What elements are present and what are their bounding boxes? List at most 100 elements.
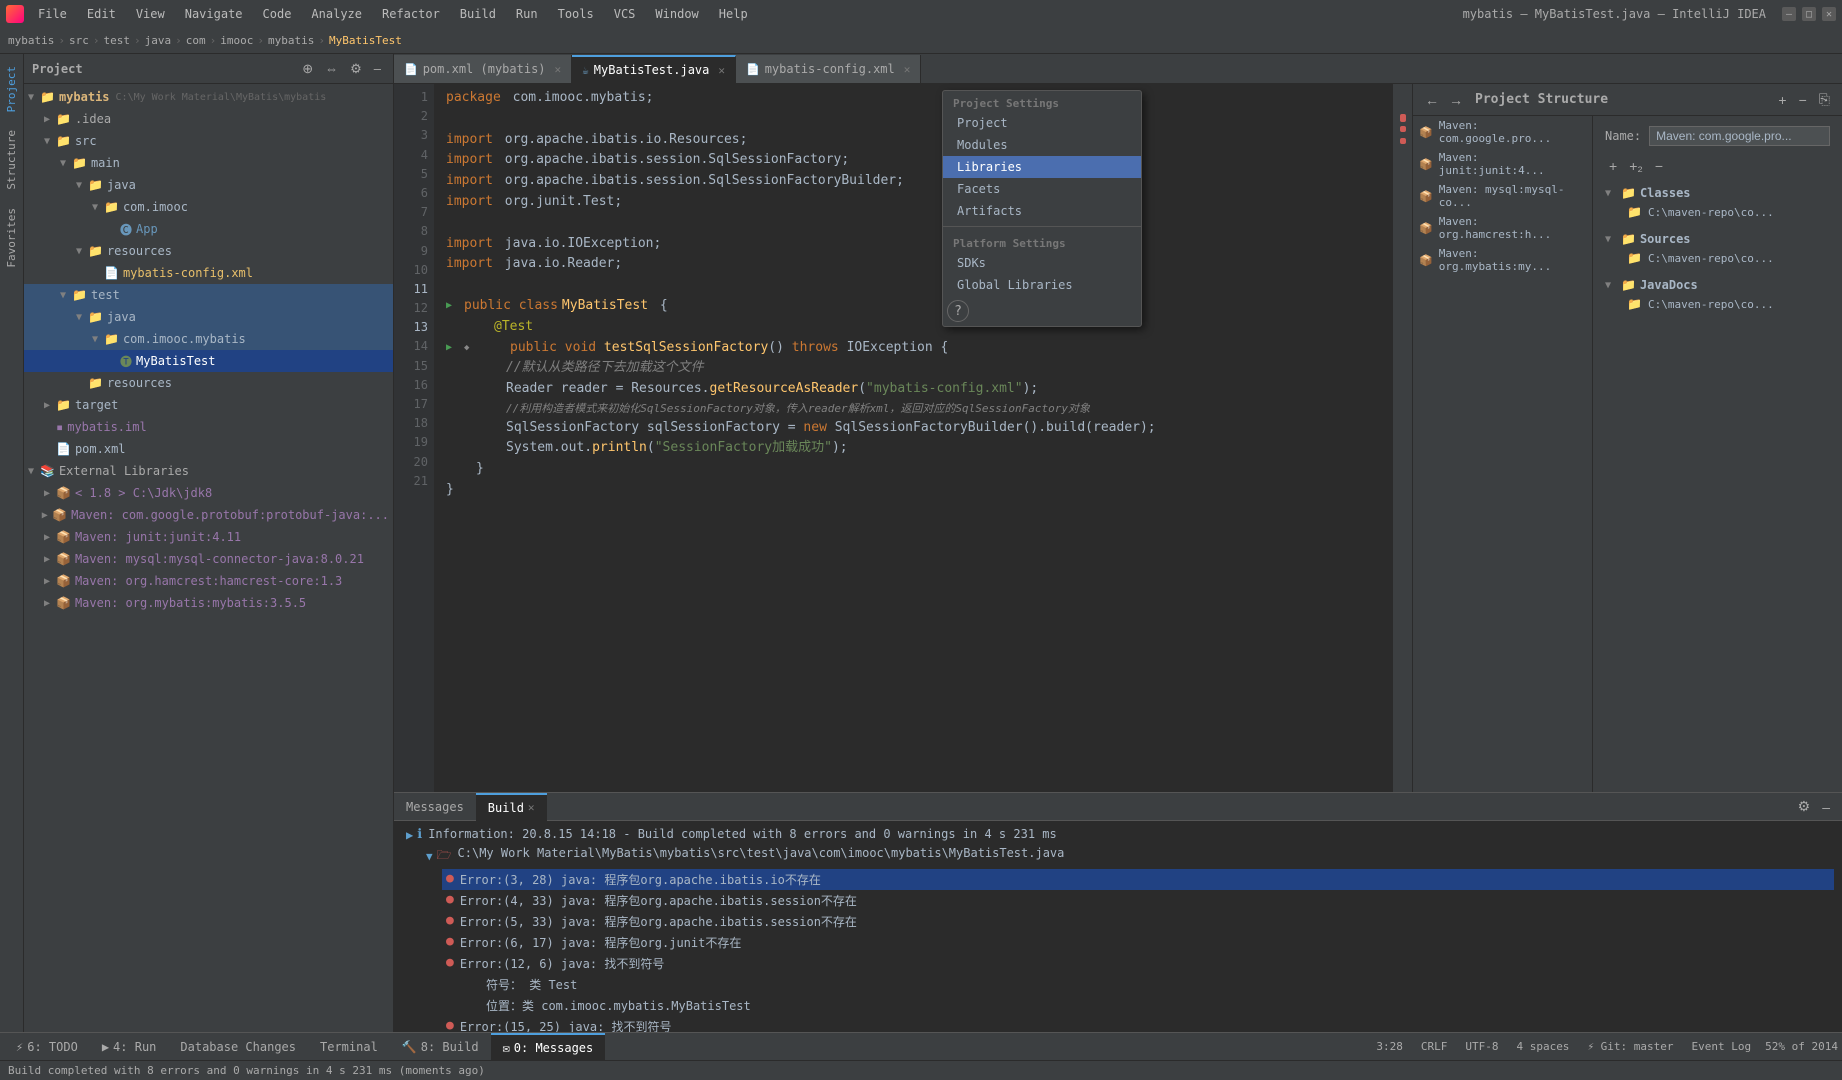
breadcrumb-item-src[interactable]: src — [69, 34, 89, 47]
run-icon-13[interactable]: ▶ — [446, 340, 460, 356]
dropdown-item-project[interactable]: Project — [943, 112, 1141, 134]
tree-item-mybatis-iml[interactable]: ▶ ▪ mybatis.iml — [24, 416, 393, 438]
tree-item-test[interactable]: ▼ 📁 test — [24, 284, 393, 306]
sources-header[interactable]: ▼ 📁 Sources — [1601, 230, 1834, 248]
dropdown-item-libraries[interactable]: Libraries — [943, 156, 1141, 178]
editor-content[interactable]: 12345 678910 111213 1415161718 192021 pa… — [394, 84, 1412, 792]
menu-tools[interactable]: Tools — [552, 5, 600, 23]
debug-icon-13[interactable]: ◆ — [464, 341, 476, 355]
code-editor[interactable]: package com.imooc.mybatis; import org.ap… — [434, 84, 1392, 792]
tree-item-main[interactable]: ▼ 📁 main — [24, 152, 393, 174]
bottom-tab-build-close[interactable]: ✕ — [528, 801, 535, 814]
tab-pom-close[interactable]: ✕ — [555, 63, 562, 76]
dropdown-item-artifacts[interactable]: Artifacts — [943, 200, 1141, 222]
javadocs-header[interactable]: ▼ 📁 JavaDocs — [1601, 276, 1834, 294]
breadcrumb-item-com[interactable]: com — [186, 34, 206, 47]
vert-tab-project[interactable]: Project — [2, 58, 21, 120]
tab-mybatistest[interactable]: ☕ MyBatisTest.java ✕ — [572, 55, 736, 83]
ps-add2-class-button[interactable]: +₂ — [1625, 156, 1647, 176]
name-input[interactable] — [1649, 126, 1830, 146]
panel-settings-button[interactable]: ⚙ — [346, 59, 366, 79]
vert-tab-structure[interactable]: Structure — [2, 122, 21, 198]
classes-header[interactable]: ▼ 📁 Classes — [1601, 184, 1834, 202]
tree-item-lib-hamcrest[interactable]: ▶ 📦 Maven: org.hamcrest:hamcrest-core:1.… — [24, 570, 393, 592]
menu-file[interactable]: File — [32, 5, 73, 23]
tab-mybatisconfig-close[interactable]: ✕ — [904, 63, 911, 76]
breadcrumb-item-java[interactable]: java — [145, 34, 172, 47]
toolbar-tab-todo[interactable]: ⚡ 6: TODO — [4, 1033, 90, 1061]
toolbar-tab-run[interactable]: ▶ 4: Run — [90, 1033, 169, 1061]
menu-view[interactable]: View — [130, 5, 171, 23]
tree-item-test-java[interactable]: ▼ 📁 java — [24, 306, 393, 328]
editor-scrollbar[interactable] — [1392, 84, 1412, 792]
tree-item-lib-mybatis[interactable]: ▶ 📦 Maven: org.mybatis:mybatis:3.5.5 — [24, 592, 393, 614]
tree-item-src[interactable]: ▼ 📁 src — [24, 130, 393, 152]
lib-item-junit[interactable]: 📦 Maven: junit:junit:4... — [1413, 148, 1592, 180]
toolbar-tab-db-changes[interactable]: Database Changes — [168, 1033, 308, 1061]
vert-tab-favorites[interactable]: Favorites — [2, 200, 21, 276]
msg-error-6[interactable]: ● Error:(15, 25) java: 找不到符号 — [442, 1016, 1834, 1032]
tree-item-lib-protobuf[interactable]: ▶ 📦 Maven: com.google.protobuf:protobuf-… — [24, 504, 393, 526]
maximize-button[interactable]: □ — [1802, 7, 1816, 21]
panel-expand-button[interactable]: ⇔ — [321, 59, 342, 79]
ps-remove-button[interactable]: − — [1795, 89, 1811, 110]
menu-window[interactable]: Window — [649, 5, 704, 23]
tree-item-mybatis[interactable]: ▼ 📁 mybatis C:\My Work Material\MyBatis\… — [24, 86, 393, 108]
tree-item-external-libs[interactable]: ▼ 📚 External Libraries — [24, 460, 393, 482]
ps-remove-class-button[interactable]: − — [1651, 156, 1667, 176]
menu-analyze[interactable]: Analyze — [305, 5, 368, 23]
tree-item-app[interactable]: ▶ 🅒 App — [24, 218, 393, 240]
status-linesep[interactable]: CRLF — [1417, 1040, 1452, 1053]
toolbar-tab-build[interactable]: 🔨 8: Build — [390, 1033, 491, 1061]
tree-item-main-resources[interactable]: ▼ 📁 resources — [24, 240, 393, 262]
javadocs-path-1[interactable]: 📁 C:\maven-repo\co... — [1621, 294, 1834, 314]
dropdown-item-modules[interactable]: Modules — [943, 134, 1141, 156]
breadcrumb-item-class[interactable]: MyBatisTest — [329, 34, 402, 47]
tree-item-com-imooc-mybatis[interactable]: ▼ 📁 com.imooc.mybatis — [24, 328, 393, 350]
ps-forward-button[interactable]: → — [1445, 90, 1467, 110]
tree-item-com-imooc[interactable]: ▼ 📁 com.imooc — [24, 196, 393, 218]
tree-item-pom[interactable]: ▶ 📄 pom.xml — [24, 438, 393, 460]
menu-navigate[interactable]: Navigate — [179, 5, 249, 23]
tree-item-lib-junit[interactable]: ▶ 📦 Maven: junit:junit:4.11 — [24, 526, 393, 548]
menu-help[interactable]: Help — [713, 5, 754, 23]
menu-code[interactable]: Code — [257, 5, 298, 23]
panel-locate-button[interactable]: ⊕ — [298, 59, 317, 79]
breadcrumb-item-mybatis2[interactable]: mybatis — [268, 34, 314, 47]
bottom-minimize-button[interactable]: – — [1818, 797, 1834, 817]
minimize-button[interactable]: – — [1782, 7, 1796, 21]
dropdown-item-facets[interactable]: Facets — [943, 178, 1141, 200]
ps-back-button[interactable]: ← — [1421, 90, 1443, 110]
status-position[interactable]: 3:28 — [1372, 1040, 1407, 1053]
help-button[interactable]: ? — [947, 300, 969, 322]
tree-item-idea[interactable]: ▶ 📁 .idea — [24, 108, 393, 130]
ps-add-class-button[interactable]: + — [1605, 156, 1621, 176]
bottom-tab-messages[interactable]: Messages — [394, 793, 476, 821]
breadcrumb-item-imooc[interactable]: imooc — [220, 34, 253, 47]
status-encoding[interactable]: UTF-8 — [1461, 1040, 1502, 1053]
breadcrumb-item-mybatis[interactable]: mybatis — [8, 34, 54, 47]
status-indent[interactable]: 4 spaces — [1512, 1040, 1573, 1053]
run-icon-11[interactable]: ▶ — [446, 298, 460, 314]
breadcrumb-item-test[interactable]: test — [103, 34, 130, 47]
tab-mybatistest-close[interactable]: ✕ — [718, 64, 725, 77]
tree-item-jdk8[interactable]: ▶ 📦 < 1.8 > C:\Jdk\jdk8 — [24, 482, 393, 504]
tree-item-mybatistest[interactable]: ▶ 🅣 MyBatisTest — [24, 350, 393, 372]
msg-error-2[interactable]: ● Error:(4, 33) java: 程序包org.apache.ibat… — [442, 890, 1834, 911]
tree-item-main-java[interactable]: ▼ 📁 java — [24, 174, 393, 196]
msg-error-1[interactable]: ● Error:(3, 28) java: 程序包org.apache.ibat… — [442, 869, 1834, 890]
toolbar-tab-terminal[interactable]: Terminal — [308, 1033, 390, 1061]
tree-item-lib-mysql[interactable]: ▶ 📦 Maven: mysql:mysql-connector-java:8.… — [24, 548, 393, 570]
tree-item-test-resources[interactable]: ▶ 📁 resources — [24, 372, 393, 394]
msg-error-3[interactable]: ● Error:(5, 33) java: 程序包org.apache.ibat… — [442, 911, 1834, 932]
classes-path-1[interactable]: 📁 C:\maven-repo\co... — [1621, 202, 1834, 222]
close-button[interactable]: ✕ — [1822, 7, 1836, 21]
tree-item-target[interactable]: ▶ 📁 target — [24, 394, 393, 416]
msg-error-4[interactable]: ● Error:(6, 17) java: 程序包org.junit不存在 — [442, 932, 1834, 953]
tab-pom[interactable]: 📄 pom.xml (mybatis) ✕ — [394, 55, 572, 83]
panel-minimize-button[interactable]: – — [370, 59, 385, 79]
lib-item-google[interactable]: 📦 Maven: com.google.pro... — [1413, 116, 1592, 148]
menu-run[interactable]: Run — [510, 5, 544, 23]
tab-mybatisconfig[interactable]: 📄 mybatis-config.xml ✕ — [736, 55, 921, 83]
menu-edit[interactable]: Edit — [81, 5, 122, 23]
